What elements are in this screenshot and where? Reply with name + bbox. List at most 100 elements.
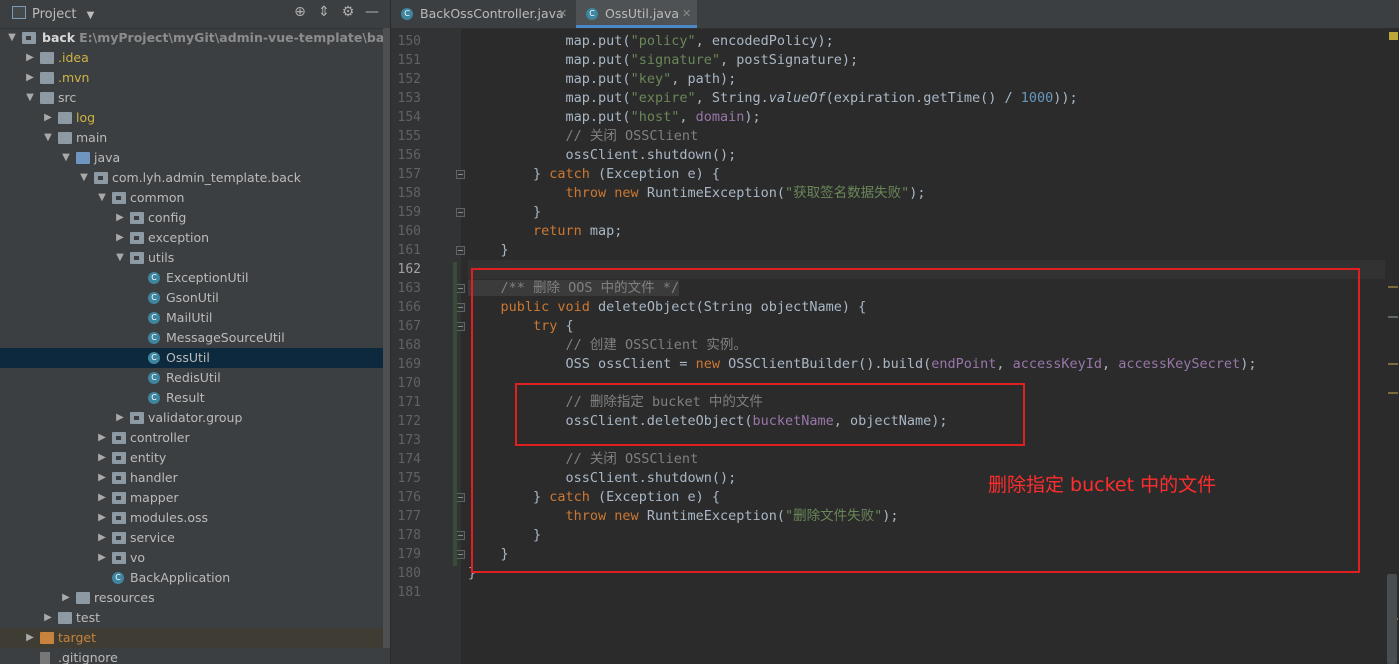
- fold-toggle-icon[interactable]: [456, 493, 465, 502]
- tree-item[interactable]: C MessageSourceUtil: [0, 328, 390, 348]
- line-number: 169: [397, 357, 421, 372]
- line-number: 170: [397, 376, 421, 391]
- tree-item[interactable]: ▶ .idea: [0, 48, 390, 68]
- tree-item[interactable]: ▼ com.lyh.admin_template.back: [0, 168, 390, 188]
- close-icon[interactable]: ✕: [682, 0, 691, 28]
- expand-arrow-icon[interactable]: ▼: [6, 28, 18, 48]
- minimize-icon[interactable]: —: [360, 4, 384, 20]
- expand-arrow-icon[interactable]: ▼: [42, 128, 54, 148]
- fold-toggle-icon[interactable]: [456, 284, 465, 293]
- code-editor: C BackOssController.java ✕ C OssUtil.jav…: [391, 0, 1399, 664]
- folder-icon: [40, 92, 54, 104]
- tree-item[interactable]: C OssUtil: [0, 348, 390, 368]
- collapse-arrow-icon[interactable]: ▶: [24, 68, 36, 88]
- tree-item[interactable]: C ExceptionUtil: [0, 268, 390, 288]
- collapse-arrow-icon[interactable]: ▶: [96, 428, 108, 448]
- line-number: 161: [397, 243, 421, 258]
- code-token: (expiration.getTime() /: [825, 90, 1021, 106]
- collapse-arrow-icon[interactable]: ▶: [96, 488, 108, 508]
- tree-item[interactable]: ▶ handler: [0, 468, 390, 488]
- project-view-selector[interactable]: Project ▼: [12, 6, 94, 22]
- expand-arrow-icon[interactable]: ▼: [60, 148, 72, 168]
- fold-toggle-icon[interactable]: [456, 303, 465, 312]
- tab-ossutil[interactable]: C OssUtil.java ✕: [576, 0, 697, 28]
- tree-item[interactable]: ▼ utils: [0, 248, 390, 268]
- collapse-arrow-icon[interactable]: ▶: [96, 448, 108, 468]
- tree-item[interactable]: ▶ service: [0, 528, 390, 548]
- code-token: "host": [630, 109, 680, 125]
- tree-item[interactable]: ▼ main: [0, 128, 390, 148]
- collapse-arrow-icon[interactable]: ▶: [114, 408, 126, 428]
- fold-toggle-icon[interactable]: [456, 550, 465, 559]
- package-icon: [112, 512, 126, 524]
- tree-item[interactable]: C GsonUtil: [0, 288, 390, 308]
- expand-arrow-icon[interactable]: ▼: [78, 168, 90, 188]
- tree-item[interactable]: ▼ common: [0, 188, 390, 208]
- tree-item[interactable]: ▶ .mvn: [0, 68, 390, 88]
- tree-item[interactable]: C Result: [0, 388, 390, 408]
- tree-item[interactable]: ▶ resources: [0, 588, 390, 608]
- line-number: 168: [397, 338, 421, 353]
- tree-item[interactable]: ▶ controller: [0, 428, 390, 448]
- code-line: ossClient.shutdown();: [468, 146, 737, 165]
- collapse-arrow-icon[interactable]: ▶: [24, 628, 36, 648]
- tab-backosscontroller[interactable]: C BackOssController.java ✕: [391, 0, 574, 28]
- gear-icon[interactable]: ⚙: [336, 4, 360, 20]
- expand-arrow-icon[interactable]: ▼: [24, 88, 36, 108]
- fold-toggle-icon[interactable]: [456, 208, 465, 217]
- tree-item[interactable]: ▶ vo: [0, 548, 390, 568]
- collapse-arrow-icon[interactable]: ▶: [96, 528, 108, 548]
- code-token: );: [744, 109, 761, 125]
- tree-item[interactable]: .gitignore: [0, 648, 390, 664]
- line-number: 158: [397, 186, 421, 201]
- fold-toggle-icon[interactable]: [456, 246, 465, 255]
- tree-item[interactable]: C RedisUtil: [0, 368, 390, 388]
- vcs-change-marker[interactable]: [453, 262, 457, 566]
- code-line: }: [468, 241, 509, 260]
- fold-toggle-icon[interactable]: [456, 170, 465, 179]
- root-path: E:\myProject\myGit\admin-vue-template\ba…: [79, 30, 390, 45]
- tree-item[interactable]: ▶ log: [0, 108, 390, 128]
- collapse-arrow-icon[interactable]: ▶: [42, 608, 54, 628]
- collapse-arrow-icon[interactable]: ▶: [96, 548, 108, 568]
- close-icon[interactable]: ✕: [558, 0, 567, 28]
- collapse-arrow-icon[interactable]: ▶: [42, 108, 54, 128]
- tree-item-label: utils: [148, 250, 175, 265]
- collapse-all-icon[interactable]: ⇕: [312, 4, 336, 20]
- folder-icon: [40, 52, 54, 64]
- project-panel: Project ▼ ⊕ ⇕ ⚙ — ▼ back E:\myProject\myGit\…: [0, 0, 390, 664]
- tree-item-label: .mvn: [58, 70, 90, 85]
- line-number-gutter[interactable]: 150 151 152 153 154 155 156 157 158 159 160 161 162 1…: [391, 28, 465, 664]
- locate-icon[interactable]: ⊕: [288, 4, 312, 20]
- tree-item[interactable]: ▶ mapper: [0, 488, 390, 508]
- project-scrollbar[interactable]: [383, 28, 390, 664]
- code-token: , String.: [695, 90, 769, 106]
- expand-arrow-icon[interactable]: ▼: [114, 248, 126, 268]
- collapse-arrow-icon[interactable]: ▶: [114, 208, 126, 228]
- editor-scrollbar[interactable]: [1385, 28, 1399, 664]
- code-token: "key": [630, 71, 672, 87]
- tree-item[interactable]: ▶ validator.group: [0, 408, 390, 428]
- fold-toggle-icon[interactable]: [456, 531, 465, 540]
- collapse-arrow-icon[interactable]: ▶: [96, 468, 108, 488]
- expand-arrow-icon[interactable]: ▼: [96, 188, 108, 208]
- root-label: back: [42, 30, 76, 45]
- tree-item[interactable]: C BackApplication: [0, 568, 390, 588]
- tree-item[interactable]: ▶ modules.oss: [0, 508, 390, 528]
- tree-item[interactable]: ▶ target: [0, 628, 390, 648]
- tree-item[interactable]: ▶ test: [0, 608, 390, 628]
- tree-item[interactable]: ▶ config: [0, 208, 390, 228]
- line-number: 163: [397, 281, 421, 296]
- tree-root[interactable]: ▼ back E:\myProject\myGit\admin-vue-templ…: [0, 28, 390, 48]
- collapse-arrow-icon[interactable]: ▶: [24, 48, 36, 68]
- tree-item[interactable]: ▶ entity: [0, 448, 390, 468]
- collapse-arrow-icon[interactable]: ▶: [96, 508, 108, 528]
- tree-item[interactable]: ▶ exception: [0, 228, 390, 248]
- tree-item[interactable]: C MailUtil: [0, 308, 390, 328]
- tree-item-label: Result: [166, 390, 205, 405]
- tree-item[interactable]: ▼ src: [0, 88, 390, 108]
- tree-item[interactable]: ▼ java: [0, 148, 390, 168]
- fold-toggle-icon[interactable]: [456, 322, 465, 331]
- collapse-arrow-icon[interactable]: ▶: [114, 228, 126, 248]
- collapse-arrow-icon[interactable]: ▶: [60, 588, 72, 608]
